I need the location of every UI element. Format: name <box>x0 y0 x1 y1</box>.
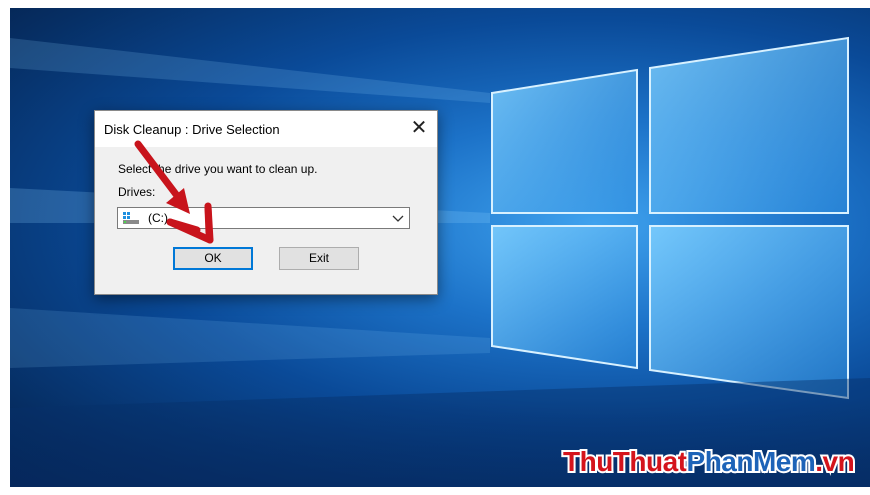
floor-shadow <box>10 398 870 487</box>
close-icon[interactable]: ✕ <box>401 111 437 147</box>
disk-cleanup-dialog: Disk Cleanup : Drive Selection ✕ Select … <box>94 110 438 295</box>
dialog-titlebar[interactable]: Disk Cleanup : Drive Selection ✕ <box>95 111 437 147</box>
chevron-down-icon[interactable] <box>391 210 405 226</box>
drive-icon <box>123 212 139 224</box>
drive-select[interactable]: (C:) <box>117 207 410 229</box>
selected-drive: (C:) <box>148 211 168 225</box>
dialog-title: Disk Cleanup : Drive Selection <box>104 122 280 137</box>
exit-button[interactable]: Exit <box>279 247 359 270</box>
ok-button[interactable]: OK <box>173 247 253 270</box>
drives-label: Drives: <box>118 185 156 199</box>
prompt-text: Select the drive you want to clean up. <box>118 162 318 176</box>
